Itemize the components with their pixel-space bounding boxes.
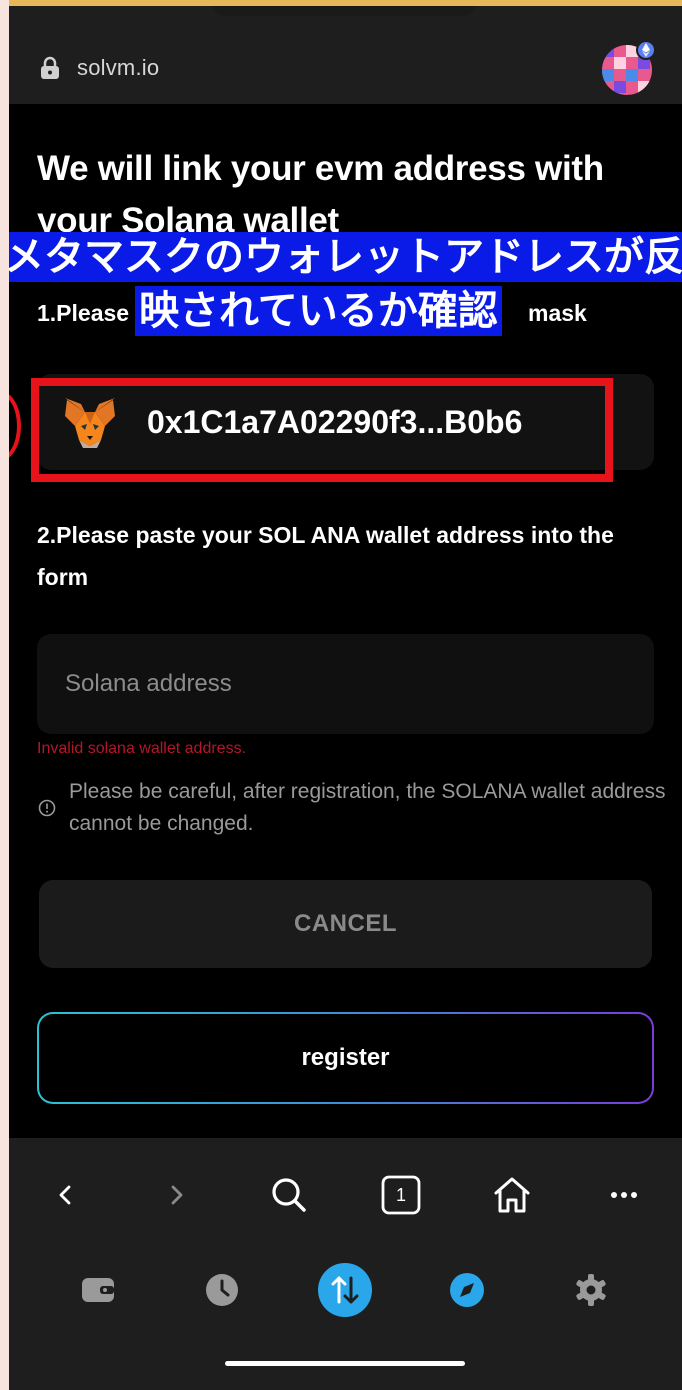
cancel-button[interactable]: CANCEL	[39, 880, 652, 968]
home-icon	[494, 1177, 530, 1213]
home-button[interactable]	[487, 1170, 537, 1220]
tab-count: 1	[395, 1184, 406, 1205]
url-text[interactable]: solvm.io	[77, 55, 159, 81]
history-button[interactable]	[197, 1265, 247, 1315]
discover-button[interactable]	[442, 1265, 492, 1315]
camera-notch	[214, 6, 474, 16]
wallet-button[interactable]	[73, 1265, 123, 1315]
chevron-right-icon	[171, 1185, 183, 1205]
error-message: Invalid solana wallet address.	[37, 740, 247, 757]
tabs-button[interactable]: 1	[376, 1170, 426, 1220]
register-button-border: register	[37, 1012, 654, 1104]
annotation-highlight-box	[31, 378, 613, 482]
more-icon	[611, 1192, 637, 1198]
video-caption: メタマスクのウォレットアドレスが反 映されているか確認	[9, 232, 682, 342]
swap-icon	[318, 1263, 372, 1317]
solana-address-input[interactable]	[37, 634, 654, 734]
annotation-circle	[9, 391, 21, 461]
compass-icon	[450, 1273, 484, 1307]
info-icon	[38, 799, 56, 817]
more-button[interactable]	[599, 1170, 649, 1220]
search-icon	[272, 1178, 306, 1212]
step2-label: 2.Please paste your SOL ANA wallet addre…	[37, 522, 614, 590]
forward-button[interactable]	[151, 1170, 201, 1220]
gear-icon	[576, 1274, 606, 1306]
chevron-left-icon	[59, 1185, 71, 1205]
left-strip	[0, 0, 9, 1390]
register-button[interactable]: register	[39, 1014, 652, 1102]
caption-line-2: 映されているか確認	[135, 286, 502, 336]
swap-button[interactable]	[316, 1261, 374, 1319]
settings-button[interactable]	[566, 1265, 616, 1315]
caption-line-1: メタマスクのウォレットアドレスが反	[9, 232, 682, 282]
browser-bottom-bar: 1	[9, 1138, 682, 1390]
clock-icon	[206, 1274, 238, 1306]
phone-screen: solvm.io We will link your evm address w…	[9, 6, 682, 1390]
account-avatar-icon[interactable]	[599, 40, 655, 96]
back-button[interactable]	[41, 1170, 91, 1220]
search-button[interactable]	[264, 1170, 314, 1220]
browser-url-bar: solvm.io	[9, 6, 682, 104]
lock-icon	[41, 56, 59, 79]
home-indicator	[225, 1361, 465, 1366]
wallet-icon	[82, 1278, 114, 1302]
warning-text: Please be careful, after registration, t…	[69, 780, 666, 835]
